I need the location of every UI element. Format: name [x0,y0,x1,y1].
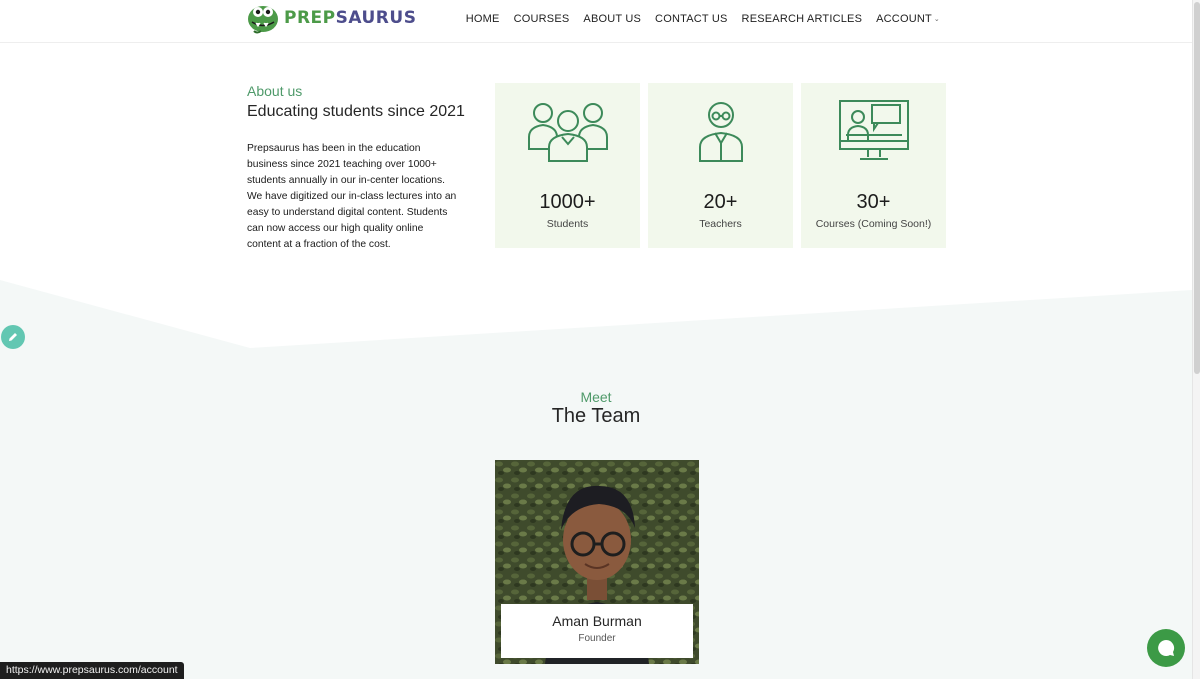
member-name: Aman Burman [552,613,642,629]
site-logo[interactable]: PREPSAURUS [246,2,416,34]
page-scrollbar[interactable] [1192,0,1200,679]
stat-value: 20+ [703,191,738,213]
about-body: Prepsaurus has been in the education bus… [247,143,457,250]
edit-button[interactable] [1,325,25,349]
logo-suffix: SAURUS [335,8,417,28]
stat-label: Courses (Coming Soon!) [815,218,932,230]
team-label: Meet [580,389,612,405]
stat-card-teachers: 20+ Teachers [648,83,793,248]
dinosaur-logo-icon [248,6,278,34]
main-nav: HOME COURSES ABOUT US CONTACT US RESEARC… [452,0,940,37]
chat-button[interactable] [1147,629,1185,667]
pencil-icon [9,333,17,341]
about-label: About us [247,83,303,99]
member-caption: Aman Burman Founder [501,604,693,658]
teacher-icon [698,102,743,162]
nav-about-us[interactable]: ABOUT US [583,13,641,25]
chat-bubble-icon [1158,639,1175,656]
nav-account[interactable]: ACCOUNT ⌄ [876,13,940,25]
team-member-card: Aman Burman Founder [495,460,699,664]
team-title: The Team [551,405,641,427]
nav-home[interactable]: HOME [466,13,500,25]
stat-label: Teachers [699,218,742,230]
stats-row: 1000+ Students 20+ Teachers 30+ Courses … [495,83,946,248]
stat-card-students: 1000+ Students [495,83,640,248]
stat-value: 30+ [856,191,891,213]
logo-prefix: PREP [284,8,336,28]
students-group-icon [527,103,608,162]
stat-card-courses: 30+ Courses (Coming Soon!) [801,83,946,248]
site-header: PREPSAURUS HOME COURSES ABOUT US CONTACT… [0,0,1192,43]
member-role: Founder [578,633,616,644]
nav-account-label: ACCOUNT [876,12,932,25]
scrollbar-thumb[interactable] [1194,2,1200,374]
about-title: Educating students since 2021 [247,103,465,120]
online-course-icon [838,100,909,160]
logo-wordmark: PREPSAURUS [284,8,416,28]
nav-contact-us[interactable]: CONTACT US [655,13,728,25]
stat-label: Students [546,218,589,230]
status-bar-url: https://www.prepsaurus.com/account [0,662,184,679]
nav-courses[interactable]: COURSES [514,13,570,25]
chevron-down-icon: ⌄ [933,15,940,23]
stat-value: 1000+ [539,191,596,213]
nav-research-articles[interactable]: RESEARCH ARTICLES [742,13,863,25]
